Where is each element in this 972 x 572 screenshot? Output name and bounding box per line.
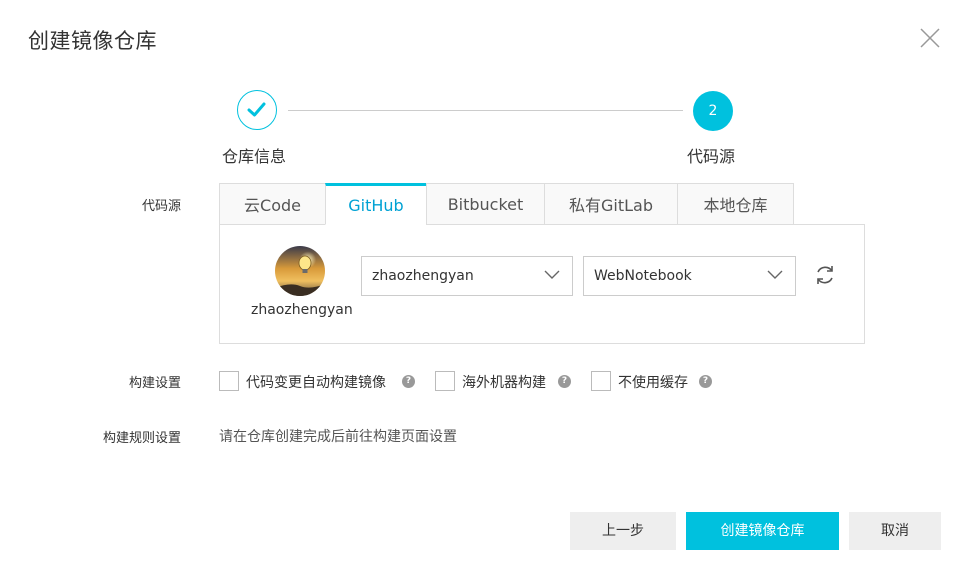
step-1-label: 仓库信息 bbox=[222, 147, 287, 166]
build-settings-label: 构建设置 bbox=[128, 376, 181, 391]
tab-github[interactable]: GitHub bbox=[325, 183, 426, 225]
prev-step-button[interactable]: 上一步 bbox=[570, 512, 676, 550]
chevron-down-icon bbox=[544, 270, 560, 279]
tab-bitbucket[interactable]: Bitbucket bbox=[426, 183, 544, 225]
chevron-down-icon bbox=[767, 270, 783, 279]
user-select[interactable]: zhaozhengyan bbox=[361, 256, 573, 296]
help-icon[interactable]: ? bbox=[699, 375, 712, 388]
repo-select-value: WebNotebook bbox=[594, 268, 692, 284]
source-tabs: 云Code GitHub Bitbucket 私有GitLab 本地仓库 bbox=[219, 183, 794, 225]
tab-local-repo[interactable]: 本地仓库 bbox=[677, 183, 794, 225]
overseas-build-label: 海外机器构建 bbox=[462, 375, 546, 391]
create-repo-dialog: 创建镜像仓库 2 仓库信息 代码源 代码源 云Code GitHub Bitbu… bbox=[0, 0, 972, 572]
step-connector bbox=[288, 110, 683, 111]
help-icon[interactable]: ? bbox=[558, 375, 571, 388]
source-label: 代码源 bbox=[141, 199, 181, 214]
user-select-value: zhaozhengyan bbox=[372, 268, 474, 284]
refresh-icon[interactable] bbox=[813, 263, 837, 287]
tab-private-gitlab[interactable]: 私有GitLab bbox=[544, 183, 677, 225]
close-icon[interactable] bbox=[918, 26, 942, 50]
no-cache-label: 不使用缓存 bbox=[618, 375, 688, 391]
cancel-button[interactable]: 取消 bbox=[849, 512, 941, 550]
check-icon bbox=[247, 102, 266, 117]
step-2-circle: 2 bbox=[693, 91, 733, 131]
step-2-label: 代码源 bbox=[687, 147, 736, 166]
dialog-title: 创建镜像仓库 bbox=[28, 29, 157, 53]
no-cache-checkbox[interactable] bbox=[591, 371, 611, 391]
overseas-build-checkbox[interactable] bbox=[435, 371, 455, 391]
create-repo-button[interactable]: 创建镜像仓库 bbox=[686, 512, 839, 550]
build-rules-label: 构建规则设置 bbox=[102, 431, 181, 446]
auto-build-label: 代码变更自动构建镜像 bbox=[246, 375, 386, 391]
repo-select[interactable]: WebNotebook bbox=[583, 256, 796, 296]
help-icon[interactable]: ? bbox=[402, 375, 415, 388]
step-1-circle bbox=[237, 90, 277, 130]
build-rules-text: 请在仓库创建完成后前往构建页面设置 bbox=[219, 429, 457, 445]
tab-yun-code[interactable]: 云Code bbox=[219, 183, 325, 225]
auto-build-checkbox[interactable] bbox=[219, 371, 239, 391]
avatar bbox=[275, 246, 325, 296]
account-username: zhaozhengyan bbox=[251, 302, 353, 318]
